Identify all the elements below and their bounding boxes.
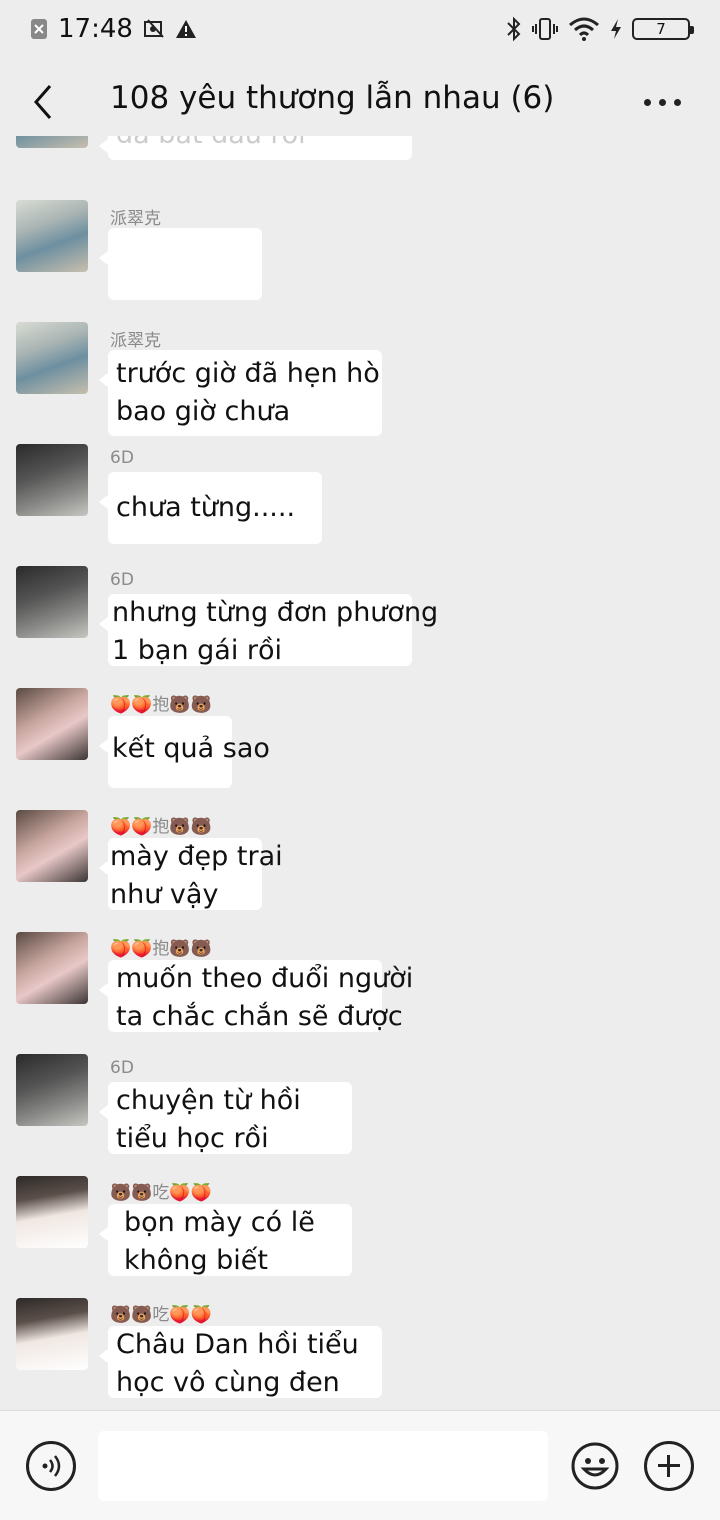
voice-icon [42, 1455, 61, 1477]
screenshot-icon [143, 18, 165, 40]
charging-icon [610, 18, 622, 40]
message-text: muốn theo đuổi người [116, 963, 414, 994]
message-bubble[interactable]: chuyện từ hồi tiểu học rồi [99, 1082, 352, 1154]
message-text: bao giờ chưa [116, 396, 291, 427]
avatar[interactable] [16, 444, 88, 516]
message-bubble[interactable]: kết quả sao [99, 716, 270, 788]
status-time: 17:48 [58, 14, 133, 44]
back-arrow-icon [34, 85, 52, 119]
message-text: không biết [124, 1245, 268, 1276]
more-dot-icon [644, 98, 651, 106]
message-text: nhưng từng đơn phương [112, 597, 439, 628]
avatar[interactable] [16, 200, 88, 272]
sender-name: 6D [110, 1058, 134, 1078]
status-right: 7 [506, 16, 694, 42]
avatar[interactable] [16, 322, 88, 394]
emoji-button[interactable] [570, 1441, 620, 1491]
message-bubble[interactable]: Châu Dan hồi tiểu học vô cùng đen [99, 1326, 382, 1398]
message-text: bọn mày có lẽ [124, 1207, 315, 1238]
message-text: như vậy [110, 879, 219, 910]
sender-name: 🍑🍑抱🐻🐻 [110, 695, 212, 715]
wifi-icon [568, 17, 600, 41]
emoji-icon [571, 1442, 619, 1490]
status-left: 17:48 [30, 14, 197, 44]
message-bubble[interactable]: nhưng từng đơn phương 1 bạn gái rồi [99, 594, 439, 666]
avatar[interactable] [16, 566, 88, 638]
sender-name: 派翠克 [110, 209, 161, 229]
message-bubble[interactable]: đã bắt đầu rồi [99, 136, 412, 160]
chat-header: 108 yêu thương lẫn nhau (6) [0, 58, 720, 146]
message-text: đã bắt đầu rồi [116, 136, 404, 154]
vibrate-icon [532, 17, 558, 41]
message-text: chưa từng..... [116, 492, 296, 523]
sender-name: 派翠克 [110, 331, 161, 351]
more-actions-button[interactable] [644, 1441, 694, 1491]
avatar[interactable] [16, 1298, 88, 1370]
notification-icon [30, 18, 48, 40]
message-bubble[interactable]: mày đẹp trai như vậy [99, 838, 283, 910]
sender-name: 🐻🐻吃🍑🍑 [110, 1305, 212, 1325]
bluetooth-icon [506, 16, 522, 42]
avatar[interactable] [16, 1054, 88, 1126]
message-input[interactable] [98, 1431, 548, 1501]
battery-level: 7 [656, 20, 666, 38]
message-bubble[interactable] [99, 228, 262, 300]
avatar[interactable] [16, 136, 88, 148]
message-list[interactable]: đã bắt đầu rồi 派翠克 派翠克 trước giờ đã hẹn … [0, 136, 720, 1410]
more-dot-icon [659, 98, 666, 106]
message-bubble[interactable]: bọn mày có lẽ không biết [99, 1204, 352, 1276]
message-text: học vô cùng đen [116, 1367, 340, 1398]
avatar[interactable] [16, 810, 88, 882]
sender-name: 6D [110, 448, 134, 468]
avatar[interactable] [16, 1176, 88, 1248]
voice-input-button[interactable] [26, 1441, 76, 1491]
avatar[interactable] [16, 688, 88, 760]
back-button[interactable] [28, 80, 60, 124]
status-bar: 17:48 7 [0, 0, 720, 58]
more-dot-icon [674, 98, 681, 106]
message-bubble[interactable]: trước giờ đã hẹn hò bao giờ chưa [99, 350, 382, 436]
input-bar [0, 1410, 720, 1520]
message-text: 1 bạn gái rồi [112, 635, 283, 666]
message-bubble[interactable]: chưa từng..... [99, 472, 322, 544]
sender-name: 6D [110, 570, 134, 590]
avatar[interactable] [16, 932, 88, 1004]
sender-name: 🍑🍑抱🐻🐻 [110, 817, 212, 837]
message-text: kết quả sao [112, 733, 270, 764]
sender-name: 🐻🐻吃🍑🍑 [110, 1183, 212, 1203]
message-text: trước giờ đã hẹn hò [116, 358, 380, 389]
battery-icon: 7 [632, 18, 694, 40]
sender-name: 🍑🍑抱🐻🐻 [110, 939, 212, 959]
message-text: ta chắc chắn sẽ được [116, 1001, 403, 1032]
chat-title: 108 yêu thương lẫn nhau (6) [110, 80, 555, 116]
message-text: tiểu học rồi [116, 1123, 269, 1154]
message-text: mày đẹp trai [110, 841, 283, 872]
warning-icon [175, 19, 197, 39]
message-text: Châu Dan hồi tiểu [116, 1329, 359, 1360]
message-bubble[interactable]: muốn theo đuổi người ta chắc chắn sẽ đượ… [99, 960, 414, 1032]
message-text: chuyện từ hồi [116, 1085, 301, 1116]
more-options-button[interactable] [644, 90, 684, 114]
